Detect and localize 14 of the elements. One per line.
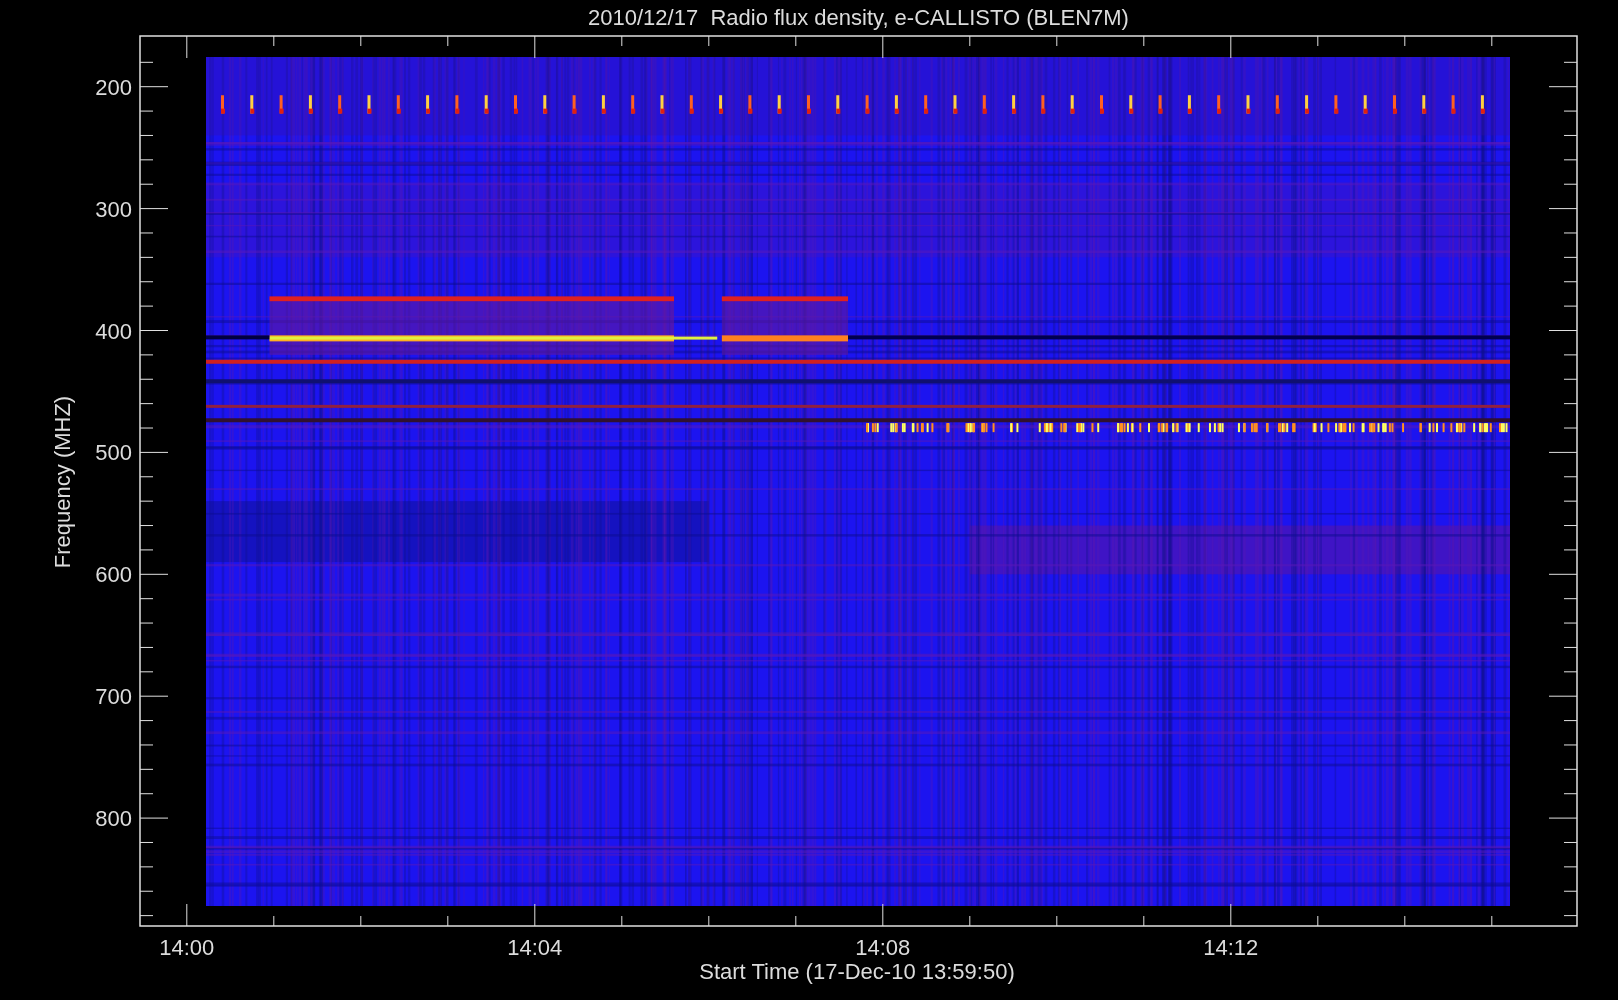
x-tick-label: 14:12: [1203, 935, 1259, 960]
y-tick-label: 700: [95, 684, 132, 710]
x-tick-label: 14:00: [159, 935, 215, 960]
y-tick-label: 300: [95, 196, 132, 222]
y-tick-label: 400: [95, 318, 132, 344]
chart-title: 2010/12/17 Radio flux density, e-CALLISTO (BLEN7M): [588, 5, 1129, 30]
x-axis-title: Start Time (17-Dec-10 13:59:50): [699, 959, 1015, 984]
x-tick-label: 14:04: [507, 935, 563, 960]
y-tick-label: 600: [95, 562, 132, 588]
y-tick-label: 500: [95, 440, 132, 466]
y-axis-title: Frequency (MHZ): [50, 395, 75, 569]
y-tick-label: 800: [95, 806, 132, 832]
y-tick-label: 200: [95, 74, 132, 100]
x-tick-label: 14:08: [855, 935, 911, 960]
